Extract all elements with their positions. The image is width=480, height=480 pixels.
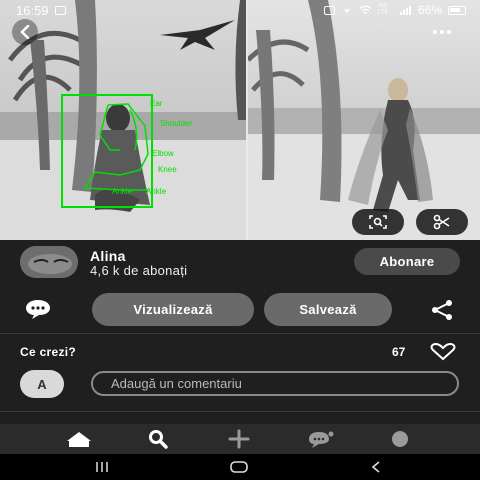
image-icon bbox=[54, 5, 66, 15]
follower-count: 4,6 k de abonați bbox=[90, 263, 188, 278]
battery-icon bbox=[448, 5, 466, 15]
home-icon bbox=[67, 432, 91, 447]
pose-label-elbow: Elbow bbox=[152, 149, 174, 158]
comments-heading: Ce crezi? bbox=[20, 345, 77, 359]
user-avatar: A bbox=[20, 370, 64, 398]
save-button[interactable]: Salvează bbox=[264, 293, 392, 326]
more-options-button[interactable] bbox=[427, 23, 457, 41]
home-button-icon bbox=[230, 461, 248, 473]
pose-label-ankle-left: Ankle bbox=[112, 187, 133, 196]
battery-percent: 66% bbox=[417, 3, 442, 17]
wifi-icon bbox=[359, 5, 372, 14]
lock-icon bbox=[323, 5, 335, 15]
network-type: Vo) LTE bbox=[377, 3, 389, 16]
status-bar: 16:59 Vo) LTE 66% bbox=[0, 0, 480, 20]
creator-name[interactable]: Alina bbox=[90, 248, 126, 264]
messages-icon bbox=[309, 431, 334, 448]
view-button[interactable]: Vizualizează bbox=[92, 293, 254, 326]
search-icon bbox=[149, 430, 168, 449]
tab-create[interactable] bbox=[224, 428, 254, 450]
tab-messages[interactable] bbox=[305, 428, 335, 450]
create-icon bbox=[228, 429, 250, 449]
creator-avatar[interactable] bbox=[20, 246, 78, 278]
recents-button[interactable] bbox=[90, 459, 114, 475]
pose-label-knee: Knee bbox=[158, 165, 177, 174]
home-system-button[interactable] bbox=[227, 459, 251, 475]
back-arrow-icon bbox=[20, 25, 30, 39]
visual-search-button[interactable] bbox=[352, 209, 404, 235]
cutout-button[interactable] bbox=[416, 209, 468, 235]
like-count: 67 bbox=[392, 345, 406, 359]
follow-button[interactable]: Abonare bbox=[354, 248, 460, 275]
comment-input[interactable] bbox=[91, 371, 459, 396]
visual-search-icon bbox=[369, 215, 387, 229]
more-icon bbox=[433, 30, 437, 34]
separator bbox=[0, 333, 480, 334]
action-row: Vizualizează Salvează bbox=[0, 290, 480, 328]
comment-icon[interactable] bbox=[24, 298, 52, 320]
share-icon[interactable] bbox=[430, 299, 454, 321]
pin-images: Ear Shoulder Elbow Knee Ankle Ankle bbox=[0, 0, 480, 240]
separator bbox=[0, 411, 480, 412]
tab-search[interactable] bbox=[143, 428, 173, 450]
status-time: 16:59 bbox=[16, 2, 49, 18]
profile-icon bbox=[392, 431, 408, 447]
back-nav-icon bbox=[371, 461, 380, 473]
pose-label-ankle: Ankle bbox=[146, 187, 167, 196]
hotspot-icon bbox=[343, 8, 351, 13]
recents-icon bbox=[96, 462, 108, 472]
pose-label-shoulder: Shoulder bbox=[160, 119, 193, 128]
scissors-icon bbox=[433, 214, 450, 230]
signal-icon bbox=[399, 6, 411, 15]
back-system-button[interactable] bbox=[364, 459, 388, 475]
heart-icon[interactable] bbox=[430, 343, 456, 361]
tab-home[interactable] bbox=[64, 428, 94, 450]
bottom-nav bbox=[0, 424, 480, 454]
pose-label-ear: Ear bbox=[150, 99, 163, 108]
back-button[interactable] bbox=[12, 19, 38, 45]
creator-row: Alina 4,6 k de abonați Abonare bbox=[0, 242, 480, 282]
system-navigation-bar bbox=[0, 454, 480, 480]
tab-profile[interactable] bbox=[385, 428, 415, 450]
